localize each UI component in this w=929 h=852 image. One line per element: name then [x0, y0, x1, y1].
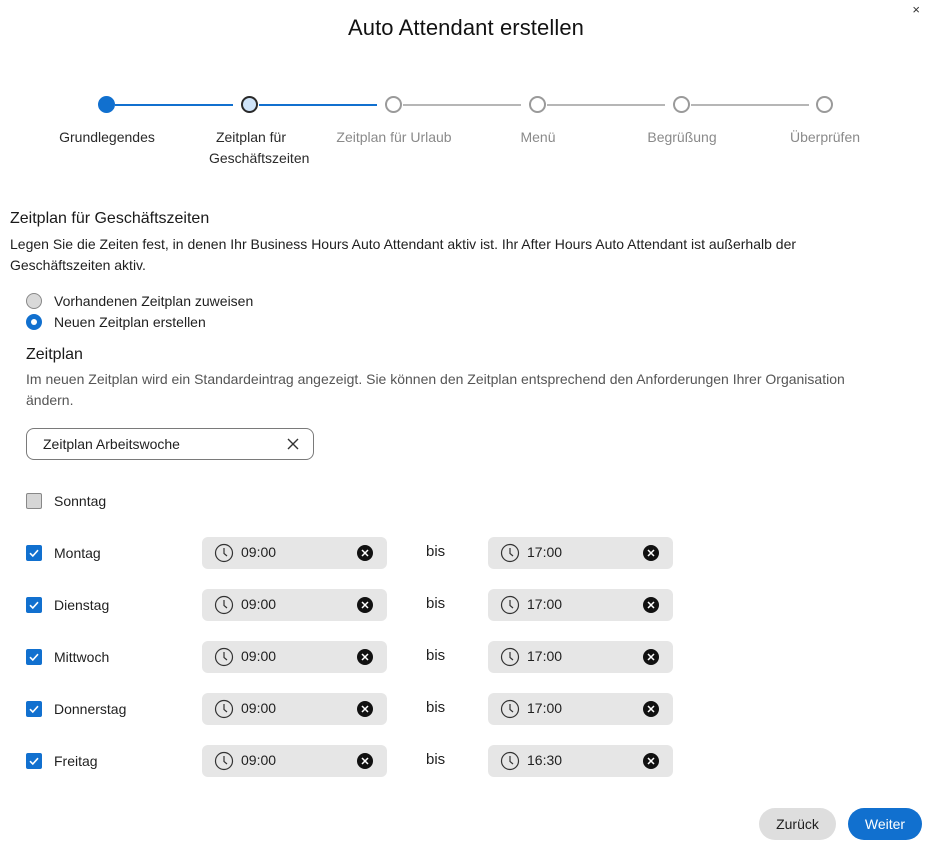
step-indicator-grundlegendes[interactable] [98, 96, 115, 113]
clear-end-time-icon[interactable] [643, 701, 659, 717]
day-checkbox[interactable] [26, 649, 42, 665]
day-row-mittwoch: Mittwoch 09:00 bis 17:00 [26, 641, 686, 673]
end-time-value[interactable]: 17:00 [527, 596, 562, 612]
clock-icon [500, 595, 520, 615]
section-title: Zeitplan für Geschäftszeiten [10, 210, 210, 227]
start-time-field[interactable]: 09:00 [202, 537, 387, 569]
day-label: Mittwoch [54, 649, 110, 665]
start-time-value[interactable]: 09:00 [241, 648, 276, 664]
day-label: Donnerstag [54, 701, 127, 717]
step-label-grundlegendes[interactable]: Grundlegendes [37, 127, 177, 148]
step-connector [547, 104, 665, 106]
start-time-field[interactable]: 09:00 [202, 641, 387, 673]
start-time-field[interactable]: 09:00 [202, 693, 387, 725]
clear-start-time-icon[interactable] [357, 649, 373, 665]
range-separator: bis [426, 699, 446, 716]
day-row-sonntag: Sonntag [26, 485, 686, 517]
start-time-field[interactable]: 09:00 [202, 589, 387, 621]
radio-button[interactable] [26, 293, 42, 309]
start-time-value[interactable]: 09:00 [241, 544, 276, 560]
clock-icon [214, 751, 234, 771]
end-time-value[interactable]: 17:00 [527, 648, 562, 664]
radio-label: Vorhandenen Zeitplan zuweisen [54, 293, 254, 309]
clock-icon [500, 543, 520, 563]
clock-icon [214, 543, 234, 563]
step-connector [259, 104, 377, 106]
clear-start-time-icon[interactable] [357, 753, 373, 769]
day-row-donnerstag: Donnerstag 09:00 bis 17:00 [26, 693, 686, 725]
radio-label: Neuen Zeitplan erstellen [54, 314, 206, 330]
day-checkbox[interactable] [26, 701, 42, 717]
radio-assign-existing-schedule[interactable]: Vorhandenen Zeitplan zuweisen [26, 293, 253, 309]
clock-icon [500, 647, 520, 667]
day-label: Montag [54, 545, 101, 561]
start-time-value[interactable]: 09:00 [241, 752, 276, 768]
step-indicator-begruessung [673, 96, 690, 113]
step-label-urlaub: Zeitplan für Urlaub [336, 129, 452, 145]
schedule-description: Im neuen Zeitplan wird ein Standardeintr… [26, 371, 845, 408]
day-checkbox[interactable] [26, 545, 42, 561]
end-time-field[interactable]: 17:00 [488, 537, 673, 569]
clear-start-time-icon[interactable] [357, 597, 373, 613]
step-connector [691, 104, 809, 106]
schedule-title: Zeitplan [26, 346, 83, 363]
step-label-ueberpruefen: Überprüfen [789, 129, 861, 145]
clock-icon [214, 699, 234, 719]
range-separator: bis [426, 543, 446, 560]
end-time-value[interactable]: 17:00 [527, 544, 562, 560]
day-row-dienstag: Dienstag 09:00 bis 17:00 [26, 589, 686, 621]
schedule-name-value[interactable]: Zeitplan Arbeitswoche [43, 436, 180, 452]
section-description: Legen Sie die Zeiten fest, in denen Ihr … [10, 236, 797, 273]
range-separator: bis [426, 595, 446, 612]
start-time-value[interactable]: 09:00 [241, 700, 276, 716]
radio-create-new-schedule[interactable]: Neuen Zeitplan erstellen [26, 314, 206, 330]
end-time-value[interactable]: 16:30 [527, 752, 562, 768]
start-time-field[interactable]: 09:00 [202, 745, 387, 777]
range-separator: bis [426, 647, 446, 664]
step-connector [115, 104, 233, 106]
start-time-value[interactable]: 09:00 [241, 596, 276, 612]
end-time-value[interactable]: 17:00 [527, 700, 562, 716]
radio-button[interactable] [26, 314, 42, 330]
back-button[interactable]: Zurück [759, 808, 836, 840]
clear-start-time-icon[interactable] [357, 701, 373, 717]
clear-end-time-icon[interactable] [643, 597, 659, 613]
schedule-name-input[interactable]: Zeitplan Arbeitswoche [26, 428, 314, 460]
end-time-field[interactable]: 16:30 [488, 745, 673, 777]
next-button[interactable]: Weiter [848, 808, 922, 840]
step-indicator-geschaeftszeiten[interactable] [241, 96, 258, 113]
step-indicator-ueberpruefen [816, 96, 833, 113]
wizard-stepper: Grundlegendes Zeitplan für Geschäftszeit… [0, 95, 929, 175]
clear-icon[interactable] [285, 436, 301, 452]
end-time-field[interactable]: 17:00 [488, 641, 673, 673]
range-separator: bis [426, 751, 446, 768]
step-label-geschaeftszeiten[interactable]: Zeitplan für Geschäftszeiten [181, 127, 321, 169]
clear-end-time-icon[interactable] [643, 753, 659, 769]
step-indicator-urlaub [385, 96, 402, 113]
step-connector [403, 104, 521, 106]
clock-icon [214, 647, 234, 667]
day-row-montag: Montag 09:00 bis 17:00 [26, 537, 686, 569]
clock-icon [500, 699, 520, 719]
day-label: Dienstag [54, 597, 110, 613]
step-label-begruessung: Begrüßung [647, 129, 717, 145]
day-checkbox[interactable] [26, 753, 42, 769]
clear-end-time-icon[interactable] [643, 649, 659, 665]
end-time-field[interactable]: 17:00 [488, 693, 673, 725]
end-time-field[interactable]: 17:00 [488, 589, 673, 621]
clear-start-time-icon[interactable] [357, 545, 373, 561]
step-indicator-menue [529, 96, 546, 113]
day-label: Sonntag [54, 493, 107, 509]
clock-icon [214, 595, 234, 615]
clock-icon [500, 751, 520, 771]
day-checkbox[interactable] [26, 597, 42, 613]
step-label-menue: Menü [520, 129, 556, 145]
day-label: Freitag [54, 753, 98, 769]
dialog-title: Auto Attendant erstellen [347, 15, 584, 40]
day-row-freitag: Freitag 09:00 bis 16:30 [26, 745, 686, 777]
clear-end-time-icon[interactable] [643, 545, 659, 561]
day-checkbox[interactable] [26, 493, 42, 509]
